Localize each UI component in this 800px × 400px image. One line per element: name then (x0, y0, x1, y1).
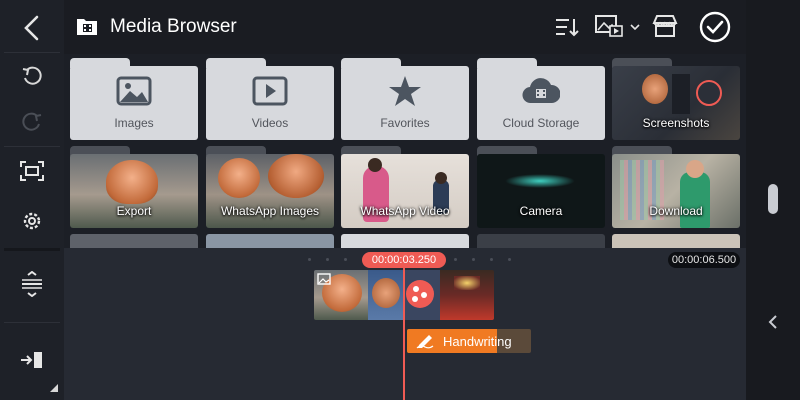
media-filter-dropdown[interactable] (594, 12, 644, 42)
playhead-time: 00:00:03.250 (362, 252, 446, 268)
layer-label: Handwriting (443, 334, 512, 349)
folder-camera[interactable]: Camera (477, 146, 605, 228)
header-bar: Media Browser (64, 0, 746, 54)
right-side-strip (746, 0, 800, 400)
media-folder-icon (77, 19, 97, 35)
folder-partial[interactable] (477, 234, 605, 248)
folder-whatsapp-video[interactable]: WhatsApp Video (341, 146, 469, 228)
folder-label: Videos (251, 116, 289, 130)
capture-frame-icon (20, 161, 44, 181)
folder-whatsapp-images[interactable]: WhatsApp Images (206, 146, 334, 228)
redo-button[interactable] (0, 104, 64, 140)
folder-label: Screenshots (642, 116, 710, 130)
cloud-icon (521, 74, 561, 108)
corner-triangle-icon (50, 384, 58, 392)
asset-store-icon[interactable] (652, 14, 678, 38)
sort-icon[interactable] (554, 16, 580, 38)
capture-frame-button[interactable] (0, 152, 64, 190)
timeline[interactable]: 00:00:03.250 00:00:06.500 Handwriting (64, 248, 746, 400)
jump-to-end-button[interactable] (0, 340, 64, 380)
folder-partial[interactable] (612, 234, 740, 248)
folder-partial[interactable] (206, 234, 334, 248)
jump-to-end-icon (21, 352, 42, 368)
page-title: Media Browser (110, 16, 237, 37)
chevron-left-icon[interactable] (765, 312, 781, 332)
folder-screenshots[interactable]: Screenshots (612, 58, 740, 140)
folder-label: WhatsApp Images (220, 204, 320, 218)
image-clip-icon (317, 273, 331, 285)
clip-thumbnail (368, 270, 404, 320)
clip-thumbnail (440, 270, 494, 320)
folder-label: Favorites (380, 116, 430, 130)
clip-thumbnail (404, 270, 440, 320)
media-grid: Images Videos Favorites Cloud Storage Sc… (64, 54, 746, 248)
handwriting-layer[interactable]: Handwriting (407, 329, 531, 353)
undo-icon (22, 66, 42, 85)
image-icon (114, 74, 154, 108)
pen-icon (416, 335, 434, 349)
folder-label: Export (116, 204, 152, 218)
folder-partial[interactable] (70, 234, 198, 248)
clip-thumbnail (314, 270, 368, 320)
play-icon (250, 74, 290, 108)
folder-export[interactable]: Export (70, 146, 198, 228)
layer-height-button[interactable] (0, 262, 64, 306)
left-toolbar (0, 0, 64, 400)
total-duration: 00:00:06.500 (668, 252, 740, 268)
folder-download[interactable]: Download (612, 146, 740, 228)
folder-images[interactable]: Images (70, 58, 198, 140)
settings-button[interactable] (0, 202, 64, 240)
folder-label: Cloud Storage (502, 116, 580, 130)
undo-button[interactable] (0, 58, 64, 94)
image-video-filter-icon (595, 15, 623, 37)
gear-icon (23, 212, 41, 230)
done-check-icon[interactable] (699, 11, 731, 43)
chevron-down-icon (630, 24, 640, 30)
redo-icon (22, 112, 42, 131)
folder-favorites[interactable]: Favorites (341, 58, 469, 140)
scrollbar-handle[interactable] (768, 184, 778, 214)
folder-label: Images (114, 116, 154, 130)
folder-label: Camera (519, 204, 563, 218)
back-button[interactable] (0, 8, 64, 48)
expand-vertical-icon (22, 271, 42, 297)
folder-partial[interactable] (341, 234, 469, 248)
folder-videos[interactable]: Videos (206, 58, 334, 140)
folder-cloud-storage[interactable]: Cloud Storage (477, 58, 605, 140)
playhead[interactable] (403, 268, 405, 400)
folder-label: WhatsApp Video (360, 204, 450, 218)
folder-label: Download (649, 204, 703, 218)
back-arrow-icon (24, 15, 39, 41)
star-icon (385, 74, 425, 108)
